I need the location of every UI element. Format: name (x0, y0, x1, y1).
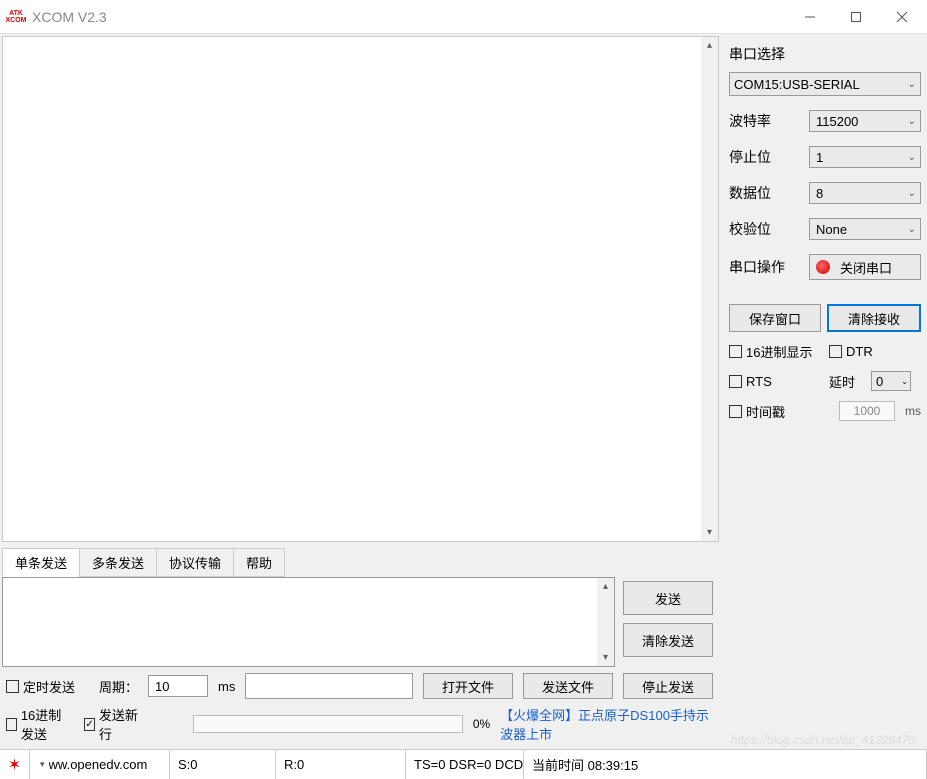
send-tabs: 单条发送 多条发送 协议传输 帮助 (2, 548, 719, 577)
baud-select[interactable]: 115200⌄ (809, 110, 921, 132)
progress-percent: 0% (473, 717, 490, 731)
file-path-input[interactable] (245, 673, 413, 699)
status-received: R:0 (276, 750, 406, 779)
op-label: 串口操作 (729, 257, 809, 277)
titlebar: ATKXCOM XCOM V2.3 (0, 0, 927, 34)
send-button[interactable]: 发送 (623, 581, 713, 615)
scroll-up-icon[interactable]: ▴ (701, 37, 718, 54)
status-url-dropdown[interactable]: ▾ww.openedv.com (30, 750, 170, 779)
chevron-down-icon: ⌄ (908, 152, 916, 163)
chevron-down-icon: ⌄ (901, 377, 908, 386)
open-file-button[interactable]: 打开文件 (423, 673, 513, 699)
databits-select[interactable]: 8⌄ (809, 182, 921, 204)
tab-multi-send[interactable]: 多条发送 (79, 548, 157, 577)
period-unit: ms (218, 679, 235, 694)
chevron-down-icon: ⌄ (908, 188, 916, 199)
dtr-checkbox[interactable]: DTR (829, 344, 873, 359)
clear-send-button[interactable]: 清除发送 (623, 623, 713, 657)
send-textarea[interactable]: ▴ ▾ (2, 577, 615, 667)
gear-icon[interactable]: ✶ (8, 755, 21, 775)
port-status-icon (816, 260, 830, 274)
app-logo-icon: ATKXCOM (6, 7, 26, 27)
delay-select[interactable]: 0⌄ (871, 371, 911, 391)
status-signals: TS=0 DSR=0 DCD= (406, 750, 524, 779)
serial-settings-panel: 串口选择 COM15:USB-SERIAL⌄ 波特率115200⌄ 停止位1⌄ … (719, 34, 927, 749)
hex-send-checkbox[interactable]: 16进制发送 (6, 705, 74, 743)
timestamp-unit: ms (905, 404, 921, 418)
stop-label: 停止位 (729, 147, 809, 167)
save-window-button[interactable]: 保存窗口 (729, 304, 821, 332)
chevron-down-icon: ⌄ (908, 79, 916, 90)
clear-receive-button[interactable]: 清除接收 (827, 304, 921, 332)
period-label: 周期： (99, 677, 138, 696)
status-time: 当前时间 08:39:15 (524, 750, 927, 779)
receive-textarea[interactable]: ▴ ▾ (2, 36, 719, 542)
port-operation-button[interactable]: 关闭串口 (809, 254, 921, 280)
hex-send-label: 16进制发送 (21, 705, 74, 743)
maximize-button[interactable] (833, 1, 879, 33)
send-newline-checkbox[interactable]: 发送新行 (84, 705, 140, 743)
tab-help[interactable]: 帮助 (233, 548, 285, 577)
scroll-down-icon[interactable]: ▾ (701, 524, 718, 541)
parity-select[interactable]: None⌄ (809, 218, 921, 240)
tab-single-send[interactable]: 单条发送 (2, 548, 80, 577)
status-bar: ✶ ▾ww.openedv.com S:0 R:0 TS=0 DSR=0 DCD… (0, 749, 927, 779)
timed-send-label: 定时发送 (23, 677, 75, 696)
parity-label: 校验位 (729, 219, 809, 239)
send-file-button[interactable]: 发送文件 (523, 673, 613, 699)
port-section-label: 串口选择 (729, 44, 921, 64)
scroll-down-icon[interactable]: ▾ (597, 649, 614, 666)
receive-scrollbar[interactable]: ▴ ▾ (701, 37, 718, 541)
baud-label: 波特率 (729, 111, 809, 131)
timed-send-checkbox[interactable]: 定时发送 (6, 677, 75, 696)
rts-checkbox[interactable]: RTS (729, 374, 823, 389)
chevron-down-icon: ⌄ (908, 116, 916, 127)
stop-send-button[interactable]: 停止发送 (623, 673, 713, 699)
timestamp-checkbox[interactable]: 时间戳 (729, 402, 800, 421)
port-select[interactable]: COM15:USB-SERIAL⌄ (729, 72, 921, 96)
scroll-up-icon[interactable]: ▴ (597, 578, 614, 595)
timestamp-input[interactable] (839, 401, 895, 421)
promo-link[interactable]: 【火爆全网】正点原子DS100手持示波器上市 (500, 705, 713, 743)
window-title: XCOM V2.3 (32, 9, 787, 25)
status-sent: S:0 (170, 750, 276, 779)
period-input[interactable] (148, 675, 208, 697)
delay-label: 延时 (829, 372, 865, 391)
minimize-button[interactable] (787, 1, 833, 33)
hex-display-checkbox[interactable]: 16进制显示 (729, 342, 823, 361)
send-scrollbar[interactable]: ▴ ▾ (597, 578, 614, 666)
send-progress-bar (193, 715, 463, 733)
chevron-down-icon: ⌄ (908, 224, 916, 235)
tab-protocol[interactable]: 协议传输 (156, 548, 234, 577)
data-label: 数据位 (729, 183, 809, 203)
close-button[interactable] (879, 1, 925, 33)
send-newline-label: 发送新行 (99, 705, 141, 743)
stopbits-select[interactable]: 1⌄ (809, 146, 921, 168)
